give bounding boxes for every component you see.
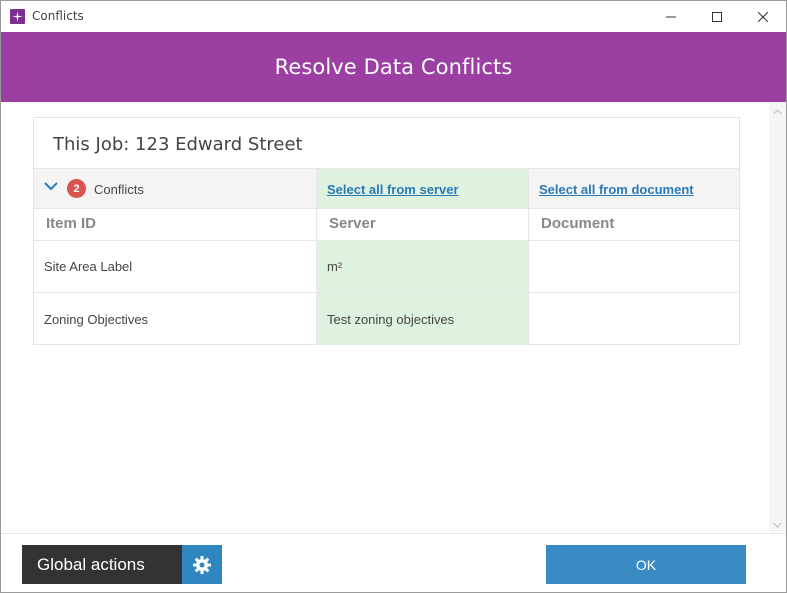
column-header-document: Document <box>528 207 739 240</box>
conflicts-header-row: 2 Conflicts Select all from server Selec… <box>34 168 739 209</box>
item-id-cell: Site Area Label <box>34 240 316 292</box>
header-banner: Resolve Data Conflicts <box>1 32 786 102</box>
close-button[interactable] <box>740 1 786 32</box>
column-header-label: Server <box>329 215 376 232</box>
select-all-document-link[interactable]: Select all from document <box>539 182 694 197</box>
ok-button[interactable]: OK <box>546 545 746 584</box>
vertical-scrollbar[interactable] <box>769 102 786 532</box>
document-value-cell[interactable] <box>528 240 739 292</box>
global-actions-settings-button[interactable] <box>182 545 222 584</box>
server-value-cell[interactable]: m² <box>316 240 528 292</box>
conflicts-card: This Job: 123 Edward Street 2 Conflicts … <box>33 117 740 345</box>
window-title: Conflicts <box>32 9 84 23</box>
global-actions-button[interactable]: Global actions <box>22 545 182 584</box>
maximize-icon <box>712 11 722 22</box>
scroll-up-button[interactable] <box>773 107 782 116</box>
column-header-row: Item ID Server Document <box>34 207 739 241</box>
column-header-server: Server <box>316 207 528 240</box>
server-value-cell[interactable]: Test zoning objectives <box>316 293 528 345</box>
conflicts-label: Conflicts <box>94 182 144 197</box>
select-all-server-link[interactable]: Select all from server <box>327 182 459 197</box>
content-area: This Job: 123 Edward Street 2 Conflicts … <box>1 102 769 532</box>
maximize-button[interactable] <box>694 1 740 32</box>
title-bar: Conflicts <box>1 1 786 32</box>
table-row: Zoning Objectives Test zoning objectives <box>34 293 739 345</box>
footer-bar: Global actions OK <box>1 533 786 592</box>
conflicts-toggle[interactable]: 2 Conflicts <box>34 169 316 208</box>
conflicts-window: Conflicts Resolve Data Conflicts This Jo… <box>0 0 787 593</box>
column-header-label: Document <box>541 215 615 232</box>
table-row: Site Area Label m² <box>34 240 739 293</box>
page-title: Resolve Data Conflicts <box>274 55 513 79</box>
chevron-down-icon <box>773 522 782 528</box>
document-value-cell[interactable] <box>528 293 739 345</box>
job-title: This Job: 123 Edward Street <box>53 134 303 155</box>
item-id-cell: Zoning Objectives <box>34 293 316 345</box>
chevron-down-icon[interactable] <box>44 181 58 191</box>
app-logo-icon <box>10 9 25 24</box>
scroll-down-button[interactable] <box>773 520 782 529</box>
document-select-cell: Select all from document <box>528 169 739 208</box>
server-value-text: m² <box>327 259 343 274</box>
column-header-item-id: Item ID <box>34 207 316 240</box>
column-header-label: Item ID <box>46 215 97 232</box>
gear-icon <box>193 555 211 574</box>
conflict-count-badge: 2 <box>67 179 86 198</box>
minimize-icon <box>666 16 676 17</box>
server-select-cell: Select all from server <box>316 169 528 208</box>
minimize-button[interactable] <box>648 1 694 32</box>
server-value-text: Test zoning objectives <box>327 312 455 327</box>
chevron-up-icon <box>773 108 782 114</box>
item-id-text: Site Area Label <box>44 259 133 274</box>
close-icon <box>758 11 768 22</box>
item-id-text: Zoning Objectives <box>44 312 149 327</box>
